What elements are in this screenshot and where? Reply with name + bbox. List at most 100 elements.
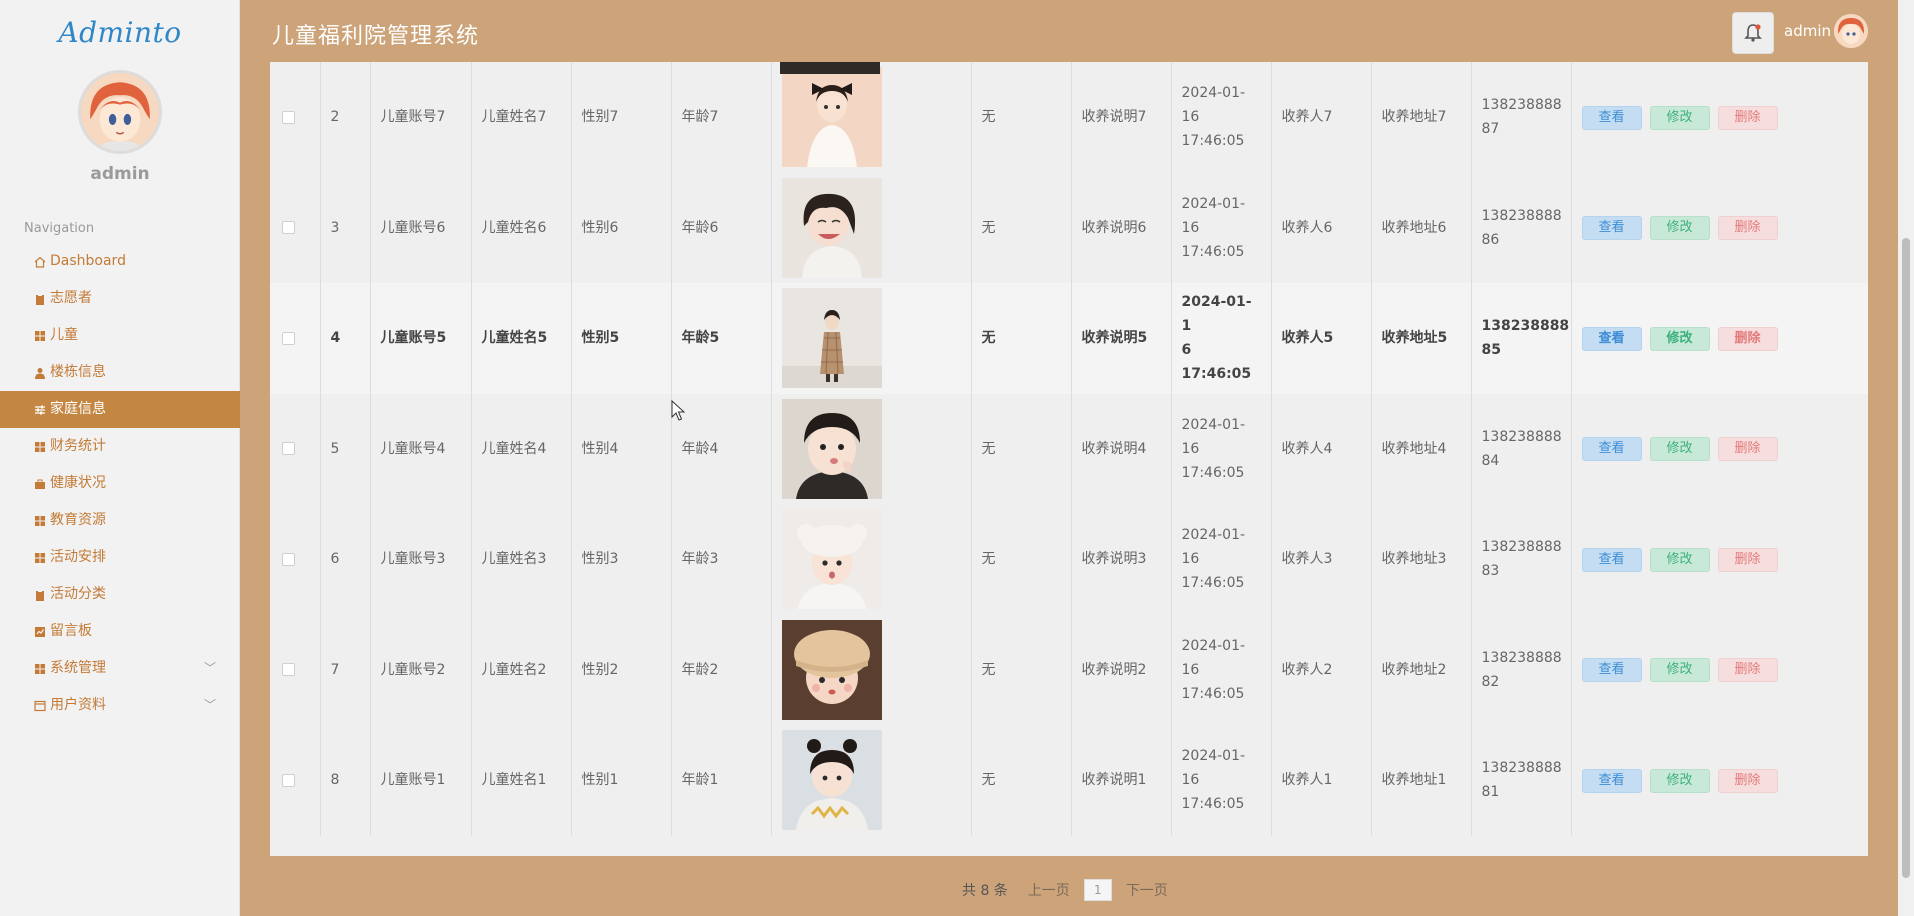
edit-button[interactable]: 修改 (1649, 216, 1710, 241)
page-number-button[interactable]: 1 (1083, 879, 1112, 901)
top-header: 儿童福利院管理系统 admin (240, 0, 1914, 62)
row-checkbox[interactable] (282, 552, 295, 566)
page-title: 儿童福利院管理系统 (272, 24, 480, 49)
child-photo[interactable] (781, 619, 882, 720)
view-button[interactable]: 查看 (1581, 105, 1642, 130)
row-checkbox[interactable] (282, 442, 295, 456)
date-text: 2024-01-16 (1181, 637, 1246, 678)
delete-button[interactable]: 删除 (1717, 216, 1778, 241)
delete-button[interactable]: 删除 (1717, 768, 1778, 793)
row-checkbox[interactable] (282, 773, 295, 787)
delete-button[interactable]: 删除 (1717, 326, 1778, 351)
nav-item-system[interactable]: 系统管理 ﹀ (0, 650, 240, 687)
nav-item-message-board[interactable]: 留言板 (0, 613, 240, 650)
checkbox-cell (270, 393, 321, 504)
note-cell: 收养说明4 (1071, 393, 1172, 504)
edit-button[interactable]: 修改 (1649, 326, 1710, 351)
table-row[interactable]: 4 儿童账号5 儿童姓名5 性别5 年龄5 无收养说明5 2024-01-1 6 17:46:… (270, 283, 1868, 394)
gender-cell: 性别4 (571, 393, 672, 504)
notification-button[interactable] (1732, 12, 1774, 54)
nav-item-volunteers[interactable]: 志愿者 (0, 280, 240, 317)
gender-cell: 性别5 (571, 283, 672, 394)
child-photo[interactable] (781, 398, 882, 499)
row-checkbox[interactable] (282, 221, 295, 235)
scrollbar-thumb[interactable] (1902, 238, 1910, 878)
phone-line-2: 83 (1481, 563, 1500, 580)
account-cell: 儿童账号2 (370, 614, 472, 725)
index-cell: 6 (320, 504, 371, 615)
index-cell: 2 (320, 62, 371, 173)
edit-button[interactable]: 修改 (1649, 768, 1710, 793)
age-cell: 年龄6 (671, 172, 772, 283)
child-photo[interactable] (781, 67, 882, 168)
nav-item-education[interactable]: 教育资源 (0, 502, 240, 539)
row-checkbox[interactable] (282, 663, 295, 677)
delete-button[interactable]: 删除 (1717, 105, 1778, 130)
nav-label: Dashboard (50, 253, 126, 269)
child-photo[interactable] (781, 730, 882, 831)
nav-item-finance[interactable]: 财务统计 (0, 428, 240, 465)
edit-button[interactable]: 修改 (1649, 658, 1710, 683)
table-row[interactable]: 5 儿童账号4 儿童姓名4 性别4 年龄4 无收养说明4 2024-01-16 17:46:0… (270, 393, 1868, 504)
child-photo[interactable] (781, 288, 882, 389)
child-photo[interactable] (781, 509, 882, 610)
delete-button[interactable]: 删除 (1717, 658, 1778, 683)
name-cell: 儿童姓名5 (471, 283, 572, 394)
actions-cell: 查看 修改 删除 (1571, 615, 1868, 726)
view-button[interactable]: 查看 (1581, 768, 1642, 793)
nav-item-activity-categories[interactable]: 活动分类 (0, 576, 240, 613)
table-row[interactable]: 6 儿童账号3 儿童姓名3 性别3 年龄3 无收养说明3 2024-01-16 17:46:0… (270, 504, 1868, 615)
table-row[interactable]: 7 儿童账号2 儿童姓名2 性别2 年龄2 无收养说明2 2024-01-16 17:46:0… (270, 614, 1868, 726)
checkbox-cell (270, 172, 321, 283)
edit-button[interactable]: 修改 (1649, 437, 1710, 462)
row-checkbox[interactable] (282, 331, 295, 345)
edit-button[interactable]: 修改 (1649, 547, 1710, 572)
nav-item-activities[interactable]: 活动安排 (0, 539, 240, 576)
page-scrollbar[interactable] (1898, 0, 1914, 916)
nav-item-health[interactable]: 健康状况 (0, 465, 240, 502)
chevron-down-icon[interactable]: ﹀ (204, 650, 216, 687)
child-photo[interactable] (781, 177, 882, 278)
delete-button[interactable]: 删除 (1717, 547, 1778, 572)
app-logo[interactable]: Adminto (0, 16, 240, 49)
name-cell: 儿童姓名1 (471, 725, 572, 836)
gender-cell: 性别6 (571, 172, 672, 283)
table-row[interactable]: 2 儿童账号7 儿童姓名7 性别7 年龄7 无收养说明7 2024-01-16 17:46:0… (270, 62, 1868, 173)
edit-button[interactable]: 修改 (1649, 105, 1710, 130)
chevron-down-icon[interactable]: ﹀ (204, 687, 216, 724)
nav-item-family[interactable]: 家庭信息 (0, 391, 240, 428)
view-button[interactable]: 查看 (1581, 547, 1642, 572)
header-username[interactable]: admin (1784, 22, 1831, 40)
address-cell: 收养地址3 (1371, 504, 1472, 615)
nav-item-children[interactable]: 儿童 (0, 317, 240, 354)
view-button[interactable]: 查看 (1581, 658, 1642, 683)
date-text: 2024-01-16 (1181, 195, 1246, 236)
prev-page-link[interactable]: 上一页 (1028, 880, 1070, 900)
view-button[interactable]: 查看 (1581, 326, 1642, 351)
nav-item-dashboard[interactable]: Dashboard (0, 243, 240, 280)
delete-button[interactable]: 删除 (1717, 437, 1778, 462)
account-cell: 儿童账号6 (370, 172, 472, 283)
table-row[interactable]: 3 儿童账号6 儿童姓名6 性别6 年龄6 无收养说明6 2024-01-16 17:46:0… (270, 172, 1868, 283)
view-button[interactable]: 查看 (1581, 437, 1642, 462)
sidebar-avatar[interactable] (78, 70, 162, 154)
phone-line-1: 138238888 (1481, 539, 1562, 556)
chart-icon (35, 627, 45, 637)
index-cell: 7 (320, 614, 371, 725)
nav-label: 财务统计 (50, 438, 106, 454)
datetime-cell: 2024-01-16 17:46:05 (1171, 393, 1272, 504)
checkbox-cell (270, 283, 321, 394)
phone-cell: 138238888 86 (1471, 172, 1572, 283)
table-row[interactable]: 8 儿童账号1 儿童姓名1 性别1 年龄1 无收养说明1 2024-01-16 17:46:0… (270, 725, 1868, 836)
nav-item-buildings[interactable]: 楼栋信息 (0, 354, 240, 391)
next-page-link[interactable]: 下一页 (1126, 880, 1168, 900)
account-cell: 儿童账号3 (370, 504, 472, 615)
nav-heading: Navigation (24, 221, 95, 236)
nav-item-profile[interactable]: 用户资料 ﹀ (0, 687, 240, 724)
header-avatar[interactable] (1834, 14, 1868, 48)
age-cell: 年龄3 (671, 504, 772, 615)
view-button[interactable]: 查看 (1581, 216, 1642, 241)
index-cell: 8 (320, 725, 371, 836)
datetime-cell: 2024-01-16 17:46:05 (1171, 614, 1272, 725)
row-checkbox[interactable] (282, 110, 295, 124)
